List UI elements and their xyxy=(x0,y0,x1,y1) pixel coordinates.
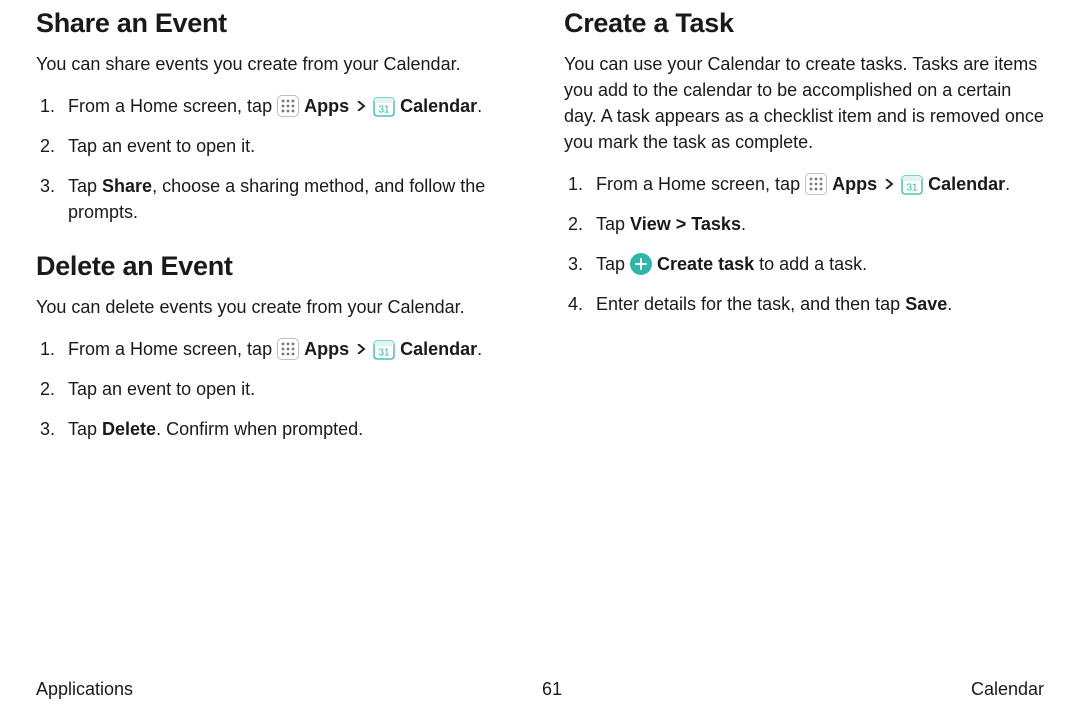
step-text: Tap xyxy=(68,419,102,439)
footer-right: Calendar xyxy=(971,679,1044,700)
list-item: Enter details for the task, and then tap… xyxy=(564,291,1044,317)
step-tail: to add a task. xyxy=(754,254,867,274)
chevron-right-icon xyxy=(884,177,894,191)
right-column: Create a Task You can use your Calendar … xyxy=(564,8,1044,671)
chevron-right-icon xyxy=(356,99,366,113)
step-text: Tap xyxy=(596,254,630,274)
svg-text:31: 31 xyxy=(379,105,391,116)
svg-text:31: 31 xyxy=(907,183,919,194)
delete-event-section: Delete an Event You can delete events yo… xyxy=(36,251,516,442)
share-event-heading: Share an Event xyxy=(36,8,516,39)
apps-icon xyxy=(277,338,299,360)
delete-event-steps: From a Home screen, tap Apps 31 Calendar… xyxy=(36,336,516,442)
list-item: Tap an event to open it. xyxy=(36,133,516,159)
apps-label: Apps xyxy=(832,174,877,194)
delete-event-lead: You can delete events you create from yo… xyxy=(36,294,516,320)
step-text: From a Home screen, tap xyxy=(68,96,277,116)
share-event-section: Share an Event You can share events you … xyxy=(36,8,516,225)
list-item: Tap View > Tasks. xyxy=(564,211,1044,237)
list-item: From a Home screen, tap Apps 31 Calendar… xyxy=(564,171,1044,197)
create-task-section: Create a Task You can use your Calendar … xyxy=(564,8,1044,317)
footer-page-number: 61 xyxy=(133,679,971,700)
save-label: Save xyxy=(905,294,947,314)
create-task-heading: Create a Task xyxy=(564,8,1044,39)
chevron-right-icon xyxy=(356,342,366,356)
calendar-icon: 31 xyxy=(373,338,395,360)
step-text: Tap xyxy=(68,176,102,196)
share-event-steps: From a Home screen, tap Apps 31 Calendar… xyxy=(36,93,516,225)
calendar-icon: 31 xyxy=(901,173,923,195)
list-item: Tap Delete. Confirm when prompted. xyxy=(36,416,516,442)
period: . xyxy=(477,96,482,116)
apps-icon xyxy=(805,173,827,195)
create-task-lead: You can use your Calendar to create task… xyxy=(564,51,1044,155)
list-item: Tap Create task to add a task. xyxy=(564,251,1044,277)
tasks-label: Tasks xyxy=(691,214,741,234)
period: . xyxy=(477,339,482,359)
chevron-separator: > xyxy=(671,214,692,234)
calendar-label: Calendar xyxy=(400,339,477,359)
step-text: Enter details for the task, and then tap xyxy=(596,294,905,314)
share-label: Share xyxy=(102,176,152,196)
apps-label: Apps xyxy=(304,96,349,116)
period: . xyxy=(741,214,746,234)
create-task-label: Create task xyxy=(657,254,754,274)
step-tail: . Confirm when prompted. xyxy=(156,419,363,439)
list-item: Tap Share, choose a sharing method, and … xyxy=(36,173,516,225)
calendar-icon: 31 xyxy=(373,95,395,117)
page-footer: Applications 61 Calendar xyxy=(36,671,1044,700)
apps-icon xyxy=(277,95,299,117)
plus-icon xyxy=(630,253,652,275)
list-item: Tap an event to open it. xyxy=(36,376,516,402)
left-column: Share an Event You can share events you … xyxy=(36,8,516,671)
step-tail: . xyxy=(947,294,952,314)
delete-label: Delete xyxy=(102,419,156,439)
step-text: From a Home screen, tap xyxy=(596,174,805,194)
list-item: From a Home screen, tap Apps 31 Calendar… xyxy=(36,336,516,362)
svg-text:31: 31 xyxy=(379,348,391,359)
step-text: Tap xyxy=(596,214,630,234)
share-event-lead: You can share events you create from you… xyxy=(36,51,516,77)
list-item: From a Home screen, tap Apps 31 Calendar… xyxy=(36,93,516,119)
calendar-label: Calendar xyxy=(928,174,1005,194)
view-label: View xyxy=(630,214,671,234)
calendar-label: Calendar xyxy=(400,96,477,116)
delete-event-heading: Delete an Event xyxy=(36,251,516,282)
apps-label: Apps xyxy=(304,339,349,359)
step-text: From a Home screen, tap xyxy=(68,339,277,359)
period: . xyxy=(1005,174,1010,194)
create-task-steps: From a Home screen, tap Apps 31 Calendar… xyxy=(564,171,1044,317)
footer-left: Applications xyxy=(36,679,133,700)
